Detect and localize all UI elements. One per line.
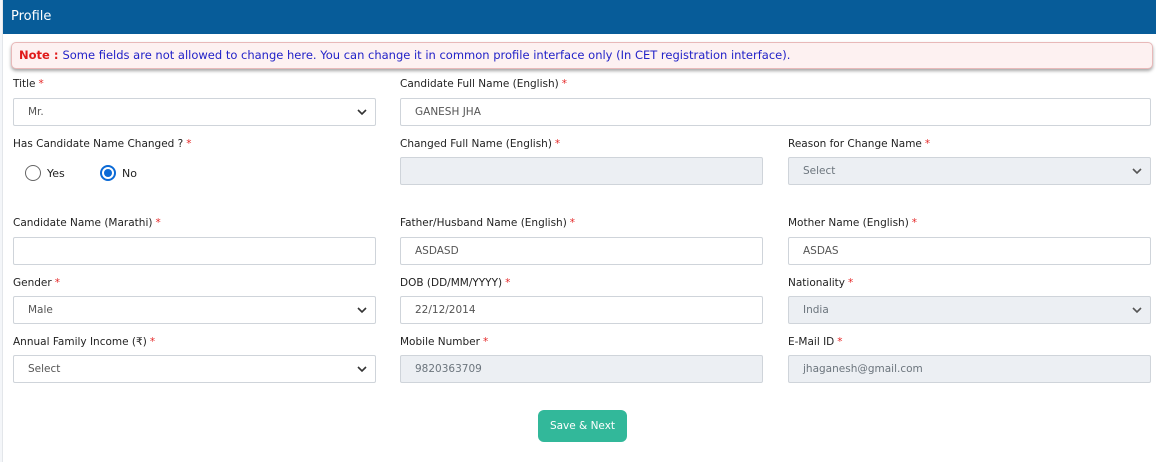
reason-change-select[interactable]: Select — [788, 157, 1151, 185]
save-next-button[interactable]: Save & Next — [538, 410, 627, 442]
nationality-select[interactable]: India — [788, 296, 1151, 324]
income-select[interactable]: Select — [13, 355, 376, 383]
changed-name-label: Changed Full Name (English) * — [400, 138, 561, 150]
name-marathi-input[interactable] — [13, 237, 376, 265]
mobile-label: Mobile Number * — [400, 336, 489, 348]
income-label: Annual Family Income (₹) * — [13, 336, 156, 348]
chevron-down-icon — [1132, 168, 1142, 175]
title-select[interactable]: Mr. — [13, 98, 376, 126]
title-select-value: Mr. — [28, 106, 44, 118]
name-marathi-label: Candidate Name (Marathi) * — [13, 217, 161, 229]
name-changed-label: Has Candidate Name Changed ? * — [13, 138, 192, 150]
gender-select[interactable]: Male — [13, 296, 376, 324]
note-text: Some fields are not allowed to change he… — [62, 48, 791, 62]
chevron-down-icon — [1132, 307, 1142, 314]
reason-change-value: Select — [803, 165, 836, 177]
gender-select-value: Male — [28, 304, 53, 316]
income-select-value: Select — [28, 363, 61, 375]
gender-label: Gender * — [13, 277, 60, 289]
radio-yes-label: Yes — [47, 166, 65, 180]
radio-no-circle[interactable] — [100, 165, 116, 181]
profile-panel: Profile Note : Some fields are not allowe… — [2, 0, 1156, 462]
nationality-label: Nationality * — [788, 277, 854, 289]
dob-input[interactable]: 22/12/2014 — [400, 296, 763, 324]
full-name-input[interactable]: GANESH JHA — [400, 98, 1151, 126]
page-title: Profile — [11, 9, 52, 24]
nationality-select-value: India — [803, 304, 829, 316]
changed-name-input[interactable] — [400, 157, 763, 185]
email-label: E-Mail ID * — [788, 336, 843, 348]
father-name-label: Father/Husband Name (English) * — [400, 217, 576, 229]
panel-header: Profile — [3, 0, 1156, 34]
title-label: Title * — [13, 78, 44, 90]
email-input[interactable]: jhaganesh@gmail.com — [788, 355, 1151, 383]
note-label: Note : — [19, 48, 59, 62]
note-banner: Note : Some fields are not allowed to cha… — [11, 42, 1153, 69]
chevron-down-icon — [357, 109, 367, 116]
radio-yes-circle[interactable] — [25, 165, 41, 181]
radio-no-label: No — [122, 166, 137, 180]
radio-yes[interactable]: Yes — [25, 164, 65, 182]
mobile-input[interactable]: 9820363709 — [400, 355, 763, 383]
mother-name-label: Mother Name (English) * — [788, 217, 918, 229]
reason-change-label: Reason for Change Name * — [788, 138, 931, 150]
chevron-down-icon — [357, 366, 367, 373]
mother-name-input[interactable]: ASDAS — [788, 237, 1151, 265]
full-name-label: Candidate Full Name (English) * — [400, 78, 567, 90]
father-name-input[interactable]: ASDASD — [400, 237, 763, 265]
dob-label: DOB (DD/MM/YYYY) * — [400, 277, 511, 289]
chevron-down-icon — [357, 307, 367, 314]
radio-no[interactable]: No — [100, 164, 137, 182]
